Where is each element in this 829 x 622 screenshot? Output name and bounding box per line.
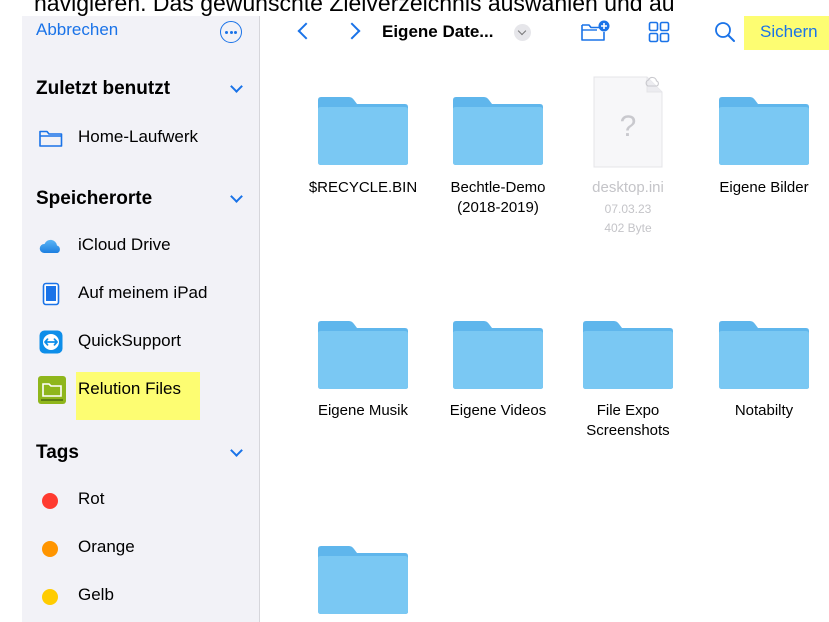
folder-name: File Expo Screenshots [586, 402, 670, 439]
folder-icon [318, 321, 408, 389]
orange-tag-dot-icon [42, 541, 58, 557]
back-icon[interactable] [297, 22, 315, 40]
ellipsis-circle-icon[interactable] [220, 21, 242, 43]
folder-item[interactable]: $RECYCLE.BIN [300, 96, 426, 226]
folder-item[interactable]: Eigene Videos [435, 320, 561, 450]
folder-icon [719, 321, 809, 389]
sidebar-item-relution-files[interactable]: Relution Files [22, 370, 260, 420]
icloud-icon [39, 239, 60, 253]
sidebar-item-tag-gelb[interactable]: Gelb [22, 576, 260, 616]
chevron-down-icon[interactable] [230, 80, 243, 93]
sidebar-item-label: Rot [78, 489, 105, 508]
folder-item[interactable]: Notabilty [701, 320, 827, 450]
sidebar-item-label: iCloud Drive [78, 235, 171, 254]
folder-item[interactable]: Eigene Bilder [701, 96, 827, 226]
svg-text:?: ? [620, 110, 637, 143]
folder-name: Eigene Bilder [719, 179, 809, 196]
unknown-file-icon: ? [593, 76, 663, 168]
save-button[interactable]: Sichern [744, 16, 829, 50]
ipad-icon [42, 282, 60, 306]
quicksupport-icon [39, 330, 63, 354]
folder-icon [318, 97, 408, 165]
sidebar-item-label: Home-Laufwerk [78, 127, 198, 146]
folder-outline-icon [39, 130, 63, 147]
relution-icon [38, 376, 66, 404]
forward-icon[interactable] [343, 22, 361, 40]
grid-view-icon[interactable] [648, 21, 670, 43]
sidebar-item-label: Auf meinem iPad [78, 283, 208, 302]
folder-name: Eigene Videos [449, 402, 547, 419]
folder-icon [318, 546, 408, 614]
folder-icon [453, 97, 543, 165]
sidebar-item-home-laufwerk[interactable]: Home-Laufwerk [22, 118, 260, 158]
toolbar: Eigene Date... Sichern [262, 16, 829, 50]
file-name: desktop.ini [592, 179, 664, 196]
sidebar-item-label: Gelb [78, 585, 114, 604]
section-title-recent[interactable]: Zuletzt benutzt [36, 78, 170, 100]
new-folder-icon[interactable] [580, 20, 610, 44]
folder-icon [583, 321, 673, 389]
cancel-button[interactable]: Abbrechen [36, 20, 118, 40]
section-title-locations[interactable]: Speicherorte [36, 188, 152, 210]
folder-name: Bechtle-Demo (2018-2019) [450, 179, 546, 216]
chevron-down-icon[interactable] [514, 24, 531, 41]
sidebar-item-icloud-drive[interactable]: iCloud Drive [22, 226, 260, 266]
chevron-down-icon[interactable] [230, 444, 243, 457]
folder-name: $RECYCLE.BIN [308, 179, 418, 196]
sidebar-header: Abbrechen [22, 16, 260, 48]
folder-item[interactable]: Eigene Musik [300, 320, 426, 450]
folder-item[interactable] [300, 545, 426, 622]
folder-title[interactable]: Eigene Date... [382, 22, 493, 42]
save-button-label: Sichern [760, 22, 818, 41]
folder-name: Eigene Musik [317, 402, 409, 419]
folder-name: Notabilty [734, 402, 794, 419]
sidebar-item-tag-rot[interactable]: Rot [22, 480, 260, 520]
file-item[interactable]: ? desktop.ini 07.03.23 402 Byte [565, 76, 691, 246]
sidebar-item-label: Orange [78, 537, 135, 556]
sidebar-item-auf-meinem-ipad[interactable]: Auf meinem iPad [22, 274, 260, 314]
red-tag-dot-icon [42, 493, 58, 509]
folder-icon [453, 321, 543, 389]
chevron-down-icon[interactable] [230, 190, 243, 203]
sidebar: Abbrechen Zuletzt benutzt Home-Laufwerk … [22, 16, 260, 622]
sidebar-item-quicksupport[interactable]: QuickSupport [22, 322, 260, 362]
file-date: 07.03.23 [604, 202, 652, 216]
folder-item[interactable]: File Expo Screenshots [565, 320, 691, 450]
yellow-tag-dot-icon [42, 589, 58, 605]
search-icon[interactable] [714, 21, 736, 43]
sidebar-item-label: Relution Files [78, 379, 181, 398]
folder-item[interactable]: Bechtle-Demo (2018-2019) [435, 96, 561, 226]
file-size: 402 Byte [604, 221, 652, 235]
section-title-tags[interactable]: Tags [36, 442, 79, 464]
sidebar-item-tag-orange[interactable]: Orange [22, 528, 260, 568]
folder-icon [719, 97, 809, 165]
sidebar-item-label: QuickSupport [78, 331, 181, 350]
